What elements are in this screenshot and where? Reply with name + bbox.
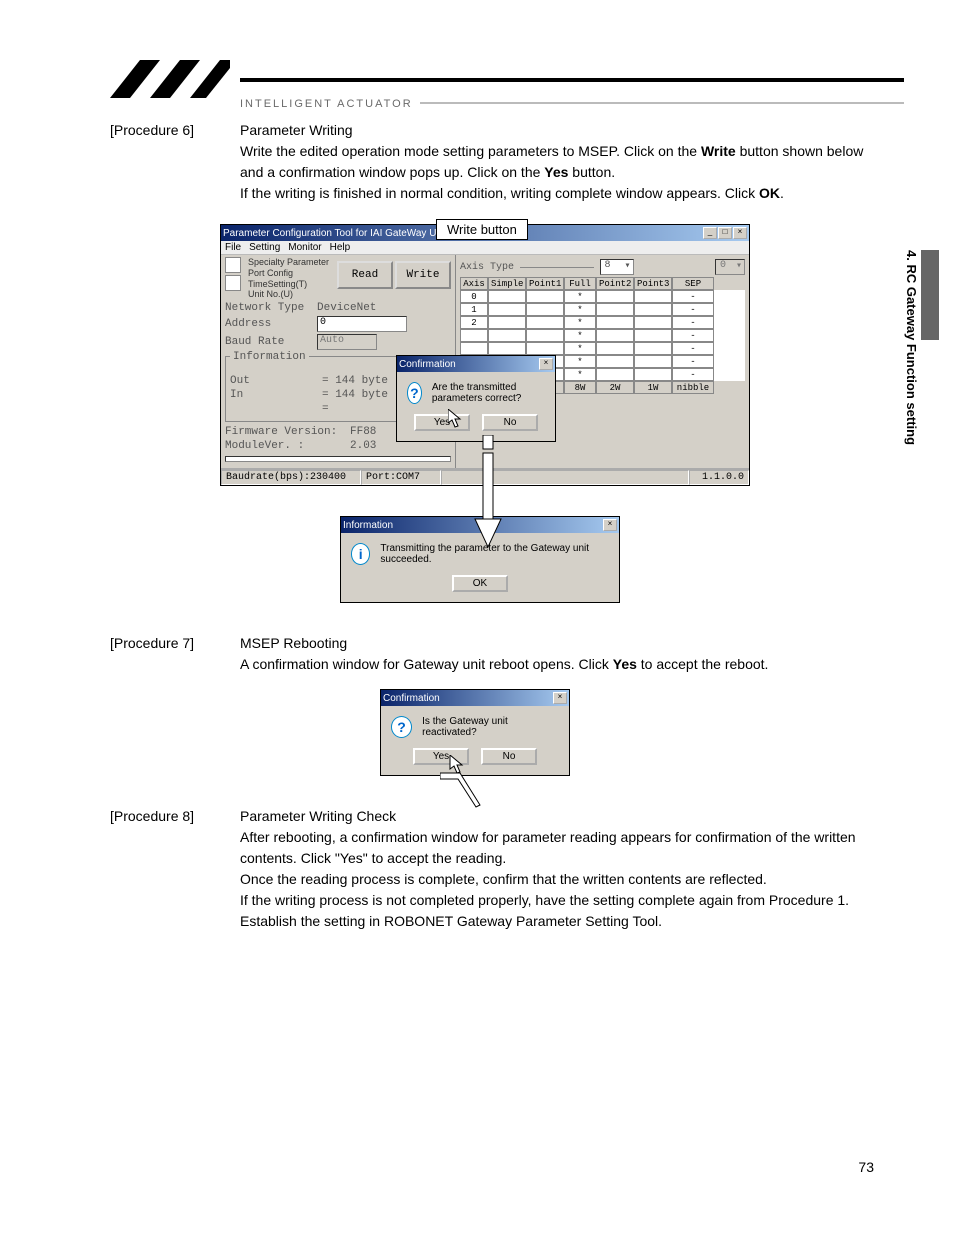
no-button[interactable]: No <box>482 414 538 431</box>
procedure-6-text-2: If the writing is finished in normal con… <box>240 183 874 204</box>
open-doc-icon[interactable] <box>225 275 241 291</box>
network-type-label: Network Type <box>225 302 317 314</box>
grid-row: *- <box>460 329 745 342</box>
grid-header: AxisSimplePoint1FullPoint2Point3SEP I/O <box>460 277 745 290</box>
no-button[interactable]: No <box>481 748 537 765</box>
brand-subtitle: INTELLIGENT ACTUATOR <box>240 98 413 110</box>
procedure-6-title: Parameter Writing <box>240 120 874 141</box>
axis-type-select[interactable]: 8 <box>600 259 634 275</box>
menu-file[interactable]: File <box>225 242 241 253</box>
procedure-8: [Procedure 8] Parameter Writing Check Af… <box>110 806 904 932</box>
section-title-vertical: 4. RC Gateway Function setting <box>904 250 919 445</box>
modulever-value: 2.03 <box>350 440 376 452</box>
flow-arrow-icon <box>473 435 503 553</box>
status-baud: Baudrate(bps):230400 <box>221 470 361 485</box>
modulever-label: ModuleVer. : <box>225 440 350 452</box>
close-icon[interactable]: × <box>539 358 553 370</box>
address-input[interactable]: 0 <box>317 316 407 332</box>
side-accent-bar <box>921 250 939 340</box>
network-type-value: DeviceNet <box>317 302 376 314</box>
menu-help[interactable]: Help <box>330 242 351 253</box>
procedure-8-text-3: If the writing process is not completed … <box>240 890 874 911</box>
confirmation-1-title: Confirmation <box>399 359 456 370</box>
confirmation-dialog-1: Confirmation × ? Are the transmitted para… <box>396 355 556 442</box>
in-value: = 144 byte <box>322 389 388 401</box>
procedure-7-title: MSEP Rebooting <box>240 633 874 654</box>
close-icon[interactable]: × <box>553 692 567 704</box>
procedure-6-label: [Procedure 6] <box>110 120 240 204</box>
procedure-6-text-1: Write the edited operation mode setting … <box>240 141 874 183</box>
menu-monitor[interactable]: Monitor <box>288 242 321 253</box>
procedure-8-title: Parameter Writing Check <box>240 806 874 827</box>
cursor-arrow-icon <box>440 755 486 809</box>
firmware-label: Firmware Version: <box>225 426 350 438</box>
setting-submenu: Specialty Parameter Port Config TimeSett… <box>248 257 329 300</box>
question-icon: ? <box>407 382 422 404</box>
in-label: In <box>230 389 322 401</box>
out-label: Out <box>230 375 322 387</box>
tool-window-title: Parameter Configuration Tool for IAI Gat… <box>223 228 445 239</box>
procedure-7: [Procedure 7] MSEP Rebooting A confirmat… <box>110 633 904 675</box>
baud-rate-label: Baud Rate <box>225 336 317 348</box>
menu-setting[interactable]: Setting <box>249 242 280 253</box>
procedure-8-text-1: After rebooting, a confirmation window f… <box>240 827 874 869</box>
address-label: Address <box>225 318 317 330</box>
maximize-icon[interactable]: □ <box>718 227 732 239</box>
grid-row: 2*- <box>460 316 745 329</box>
close-icon[interactable]: × <box>733 227 747 239</box>
out-value: = 144 byte <box>322 375 388 387</box>
status-port: Port:COM7 <box>361 470 441 485</box>
info-icon: i <box>351 543 370 565</box>
procedure-8-text-2: Once the reading process is complete, co… <box>240 869 874 890</box>
tool-menubar: File Setting Monitor Help <box>221 241 749 255</box>
new-doc-icon[interactable] <box>225 257 241 273</box>
grid-row: 1*- <box>460 303 745 316</box>
write-button[interactable]: Write <box>395 261 451 289</box>
baud-rate-input: Auto <box>317 334 377 350</box>
grid-row: 0*- <box>460 290 745 303</box>
axis-type-label: Axis Type <box>460 262 514 273</box>
question-icon: ? <box>391 716 412 738</box>
tool-window: Write button Parameter Configuration Too… <box>220 224 750 486</box>
page-header: INTELLIGENT ACTUATOR <box>110 60 904 120</box>
procedure-8-text-4: Establish the setting in ROBONET Gateway… <box>240 911 874 932</box>
brand-logo <box>110 60 230 98</box>
status-version: 1.1.0.0 <box>689 470 749 485</box>
in-dash: = <box>322 403 329 415</box>
firmware-value: FF88 <box>350 426 376 438</box>
procedure-7-text: A confirmation window for Gateway unit r… <box>240 654 874 675</box>
read-button[interactable]: Read <box>337 261 393 289</box>
minimize-icon[interactable]: _ <box>703 227 717 239</box>
information-title: Information <box>343 520 393 531</box>
ok-button[interactable]: OK <box>452 575 508 592</box>
confirmation-1-message: Are the transmitted parameters correct? <box>432 382 545 404</box>
page-number: 73 <box>858 1159 874 1175</box>
procedure-7-label: [Procedure 7] <box>110 633 240 675</box>
confirmation-2-title: Confirmation <box>383 693 440 704</box>
procedure-6: [Procedure 6] Parameter Writing Write th… <box>110 120 904 204</box>
procedure-8-label: [Procedure 8] <box>110 806 240 932</box>
grid-row: *- <box>460 342 745 355</box>
close-icon[interactable]: × <box>603 519 617 531</box>
axis-right-select: 0 <box>715 259 745 275</box>
cursor-arrow-icon <box>448 409 464 429</box>
confirmation-2-message: Is the Gateway unit reactivated? <box>422 716 559 738</box>
write-button-callout: Write button <box>436 219 528 240</box>
